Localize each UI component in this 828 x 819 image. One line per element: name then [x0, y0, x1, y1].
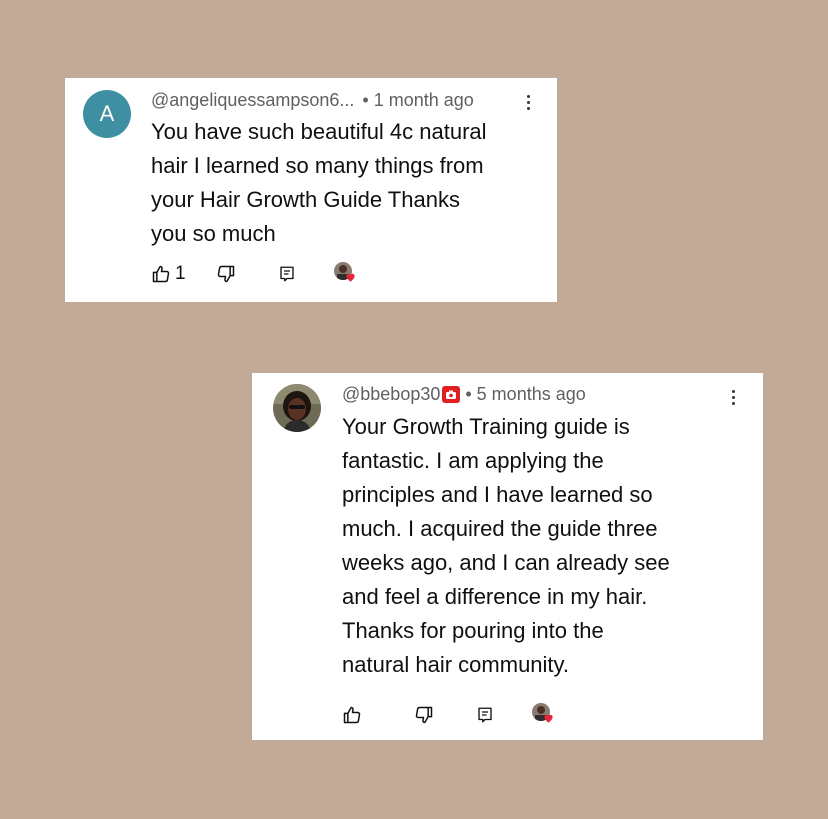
- comment-actions: 1: [151, 262, 358, 286]
- more-vert-icon[interactable]: [725, 386, 741, 408]
- reply-icon: [279, 266, 294, 282]
- thumbs-up-icon: [152, 265, 170, 283]
- comment-time[interactable]: 5 months ago: [477, 384, 586, 405]
- reply-button[interactable]: [278, 265, 296, 283]
- comment-time[interactable]: 1 month ago: [374, 90, 474, 111]
- reply-icon: [478, 707, 492, 723]
- user-photo-icon: [273, 384, 321, 432]
- comment-text: You have such beautiful 4c natural hair …: [151, 119, 487, 246]
- comment-text: Your Growth Training guide is fantastic.…: [342, 414, 670, 677]
- avatar[interactable]: A: [83, 90, 131, 138]
- more-vert-icon[interactable]: [520, 91, 536, 113]
- comment-header: @angeliquessampson6... • 1 month ago: [151, 90, 474, 111]
- camera-badge-icon: [442, 386, 461, 403]
- reply-button[interactable]: [476, 706, 494, 724]
- comment-header: @bbebop30 • 5 months ago: [342, 384, 586, 405]
- creator-heart-icon: [544, 714, 553, 723]
- separator-dot: •: [465, 384, 472, 404]
- dislike-button[interactable]: [414, 705, 434, 725]
- creator-heart: [333, 262, 358, 286]
- like-count: 1: [175, 263, 186, 284]
- avatar-letter: A: [99, 101, 115, 126]
- creator-heart-icon: [345, 273, 355, 282]
- dislike-button[interactable]: [216, 264, 236, 284]
- thumbs-up-icon: [343, 706, 361, 724]
- like-button[interactable]: [342, 705, 366, 725]
- comment-handle[interactable]: @bbebop30: [342, 384, 440, 405]
- creator-heart: [532, 703, 556, 727]
- comment-card: A @angeliquessampson6... • 1 month ago Y…: [65, 78, 557, 302]
- comment-card: @bbebop30 • 5 months ago Your Growth Tra…: [252, 373, 763, 740]
- like-button[interactable]: 1: [151, 263, 186, 285]
- thumbs-down-icon: [415, 706, 433, 724]
- separator-dot: •: [362, 90, 369, 110]
- comment-actions: [342, 703, 556, 727]
- avatar[interactable]: [273, 384, 321, 432]
- comment-handle[interactable]: @angeliquessampson6...: [151, 90, 354, 111]
- thumbs-down-icon: [217, 265, 234, 283]
